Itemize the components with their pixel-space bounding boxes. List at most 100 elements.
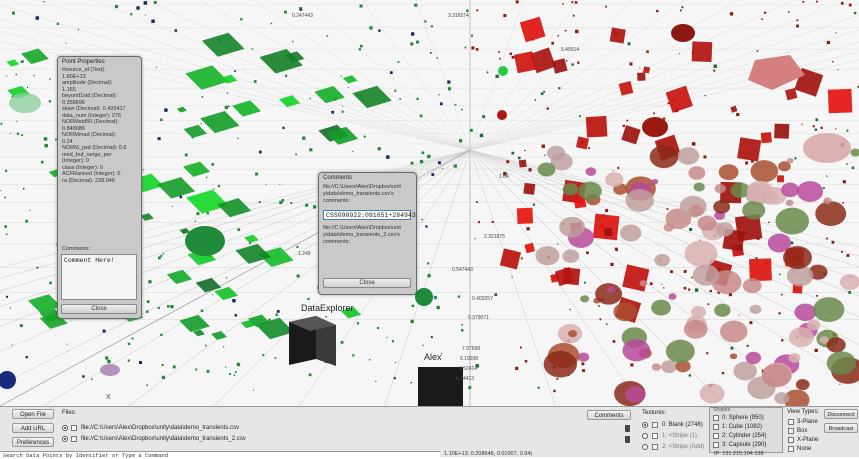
- view-type-checkbox[interactable]: [788, 419, 794, 425]
- comment-textarea[interactable]: Comment Here!: [61, 254, 137, 300]
- cube-glyph: [200, 110, 240, 134]
- data-point: [296, 245, 299, 248]
- sphere-glyph: [813, 297, 845, 323]
- data-point: [612, 340, 616, 343]
- data-point: [534, 99, 537, 101]
- view-type-option[interactable]: Box: [797, 428, 807, 434]
- sphere-glyph: [733, 361, 757, 381]
- texture-checkbox[interactable]: [652, 433, 658, 439]
- data-point: [578, 115, 581, 118]
- sphere-glyph: [713, 200, 731, 214]
- data-point: [211, 163, 215, 166]
- data-point: [745, 161, 749, 165]
- texture-radio[interactable]: [642, 422, 648, 428]
- data-point: [377, 147, 381, 151]
- selected-point-status: 1.10E+13: 0.208648, 0.01007, 0.94): [444, 451, 533, 457]
- cube-glyph: [214, 286, 239, 301]
- data-point: [153, 0, 157, 4]
- data-point: [356, 322, 360, 325]
- comments-panel: Comments file://C:\Users\Alex\Dropbox\un…: [318, 172, 417, 295]
- trash-icon[interactable]: [625, 425, 630, 432]
- texture-option[interactable]: 1: <Stripe (1): [662, 433, 697, 439]
- cube-glyph: [774, 123, 790, 139]
- sphere-glyph: [761, 363, 792, 388]
- shape-option[interactable]: 3: Capsule (290): [722, 442, 766, 448]
- data-point: [430, 52, 432, 54]
- data-point: [151, 19, 155, 23]
- data-point: [166, 305, 170, 308]
- shape-option[interactable]: 0: Sphere (950): [722, 415, 764, 421]
- cube-glyph: [691, 41, 713, 63]
- shape-checkbox[interactable]: [713, 415, 719, 421]
- preferences-button[interactable]: Preferences: [12, 437, 54, 447]
- shape-checkbox[interactable]: [713, 424, 719, 430]
- view-type-checkbox[interactable]: [788, 428, 794, 434]
- add-url-button[interactable]: Add URL: [12, 423, 54, 433]
- comment-input[interactable]: CSS090922:091651+284943: [323, 210, 416, 220]
- axis-tick-label: 5.45614: [561, 47, 580, 53]
- close-button[interactable]: Close: [61, 304, 137, 314]
- data-point: [15, 73, 17, 76]
- data-point: [9, 132, 12, 134]
- sphere-glyph: [661, 360, 678, 374]
- trash-icon[interactable]: [625, 436, 630, 443]
- file-visibility-toggle[interactable]: [62, 436, 68, 442]
- shape-option[interactable]: 1: Cube (1082): [722, 424, 762, 430]
- data-point: [26, 87, 28, 89]
- data-point: [461, 108, 463, 111]
- data-point: [325, 316, 327, 318]
- data-point: [341, 110, 344, 113]
- data-point: [212, 294, 214, 296]
- 3d-scatter-viewport[interactable]: 0.247443 3.316574 5.45614 2.321875 1.249…: [0, 0, 859, 406]
- data-point: [498, 51, 500, 53]
- texture-option[interactable]: 0: Blank (2748): [662, 422, 703, 428]
- shape-checkbox[interactable]: [713, 442, 719, 448]
- texture-radio[interactable]: [642, 444, 648, 450]
- cube-glyph: [575, 136, 590, 150]
- data-point: [835, 32, 837, 34]
- data-point: [410, 319, 414, 324]
- open-file-button[interactable]: Open File: [12, 409, 54, 419]
- data-point: [436, 305, 440, 310]
- texture-radio[interactable]: [642, 433, 648, 439]
- file-checkbox[interactable]: [71, 436, 77, 442]
- data-point: [434, 297, 437, 300]
- view-type-option[interactable]: X-Plane: [797, 437, 818, 443]
- texture-checkbox[interactable]: [652, 422, 658, 428]
- view-type-checkbox[interactable]: [788, 446, 794, 452]
- shape-checkbox[interactable]: [713, 433, 719, 439]
- sphere-glyph: [562, 183, 578, 196]
- data-point: [146, 310, 149, 313]
- texture-option[interactable]: 2: <Stripe (Add): [662, 444, 704, 450]
- data-point: [842, 202, 844, 204]
- cube-glyph: [665, 85, 693, 113]
- search-command-input[interactable]: Search Data Points by Identifier or Type…: [0, 451, 440, 459]
- shape-option[interactable]: 2: Cylinder (254): [722, 433, 766, 439]
- comments-button[interactable]: Comments: [587, 410, 631, 420]
- file-checkbox[interactable]: [71, 425, 77, 431]
- data-point: [626, 119, 629, 122]
- data-point: [233, 374, 235, 377]
- data-point: [4, 196, 6, 199]
- disconnect-button[interactable]: Disconnect: [824, 409, 858, 419]
- cube-glyph: [603, 227, 613, 237]
- data-point: [837, 69, 839, 71]
- texture-checkbox[interactable]: [652, 444, 658, 450]
- file-visibility-toggle[interactable]: [62, 425, 68, 431]
- data-point: [814, 348, 818, 353]
- broadcast-button[interactable]: Broadcast: [824, 423, 858, 433]
- cube-glyph: [519, 16, 546, 43]
- data-point: [629, 62, 633, 66]
- view-type-checkbox[interactable]: [788, 437, 794, 443]
- view-type-option[interactable]: None: [797, 446, 811, 452]
- cube-glyph: [499, 248, 522, 270]
- close-button[interactable]: Close: [323, 278, 411, 288]
- data-point: [599, 318, 602, 321]
- view-type-option[interactable]: 3-Plane: [797, 419, 818, 425]
- data-point: [237, 228, 241, 232]
- data-point: [841, 250, 843, 253]
- data-point: [598, 305, 600, 307]
- sphere-glyph: [651, 363, 662, 371]
- data-point: [419, 159, 424, 164]
- files-label: Files:: [62, 410, 77, 416]
